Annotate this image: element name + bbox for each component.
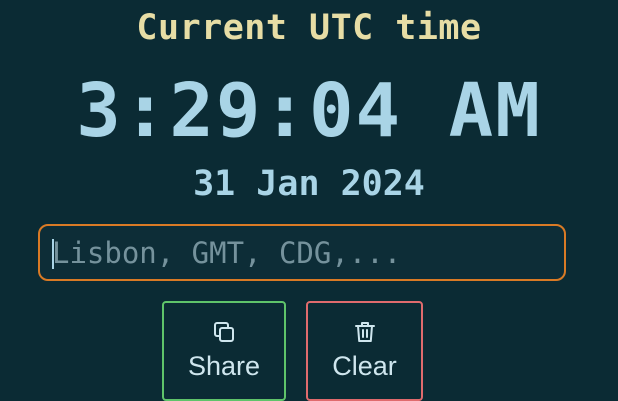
trash-icon	[352, 319, 378, 345]
utc-clock-app: Current UTC time 3:29:04 AM 31 Jan 2024 …	[0, 0, 618, 401]
copy-icon	[211, 319, 237, 345]
current-date: 31 Jan 2024	[193, 164, 425, 204]
clear-button[interactable]: Clear	[306, 301, 423, 401]
share-button-label: Share	[187, 351, 261, 381]
location-search-input[interactable]	[40, 226, 564, 279]
current-time: 3:29:04 AM	[76, 68, 542, 154]
location-search-box[interactable]	[38, 224, 566, 281]
clear-button-label: Clear	[332, 351, 397, 381]
share-button[interactable]: Share	[162, 301, 286, 401]
text-cursor	[52, 239, 54, 269]
page-title: Current UTC time	[136, 8, 482, 48]
